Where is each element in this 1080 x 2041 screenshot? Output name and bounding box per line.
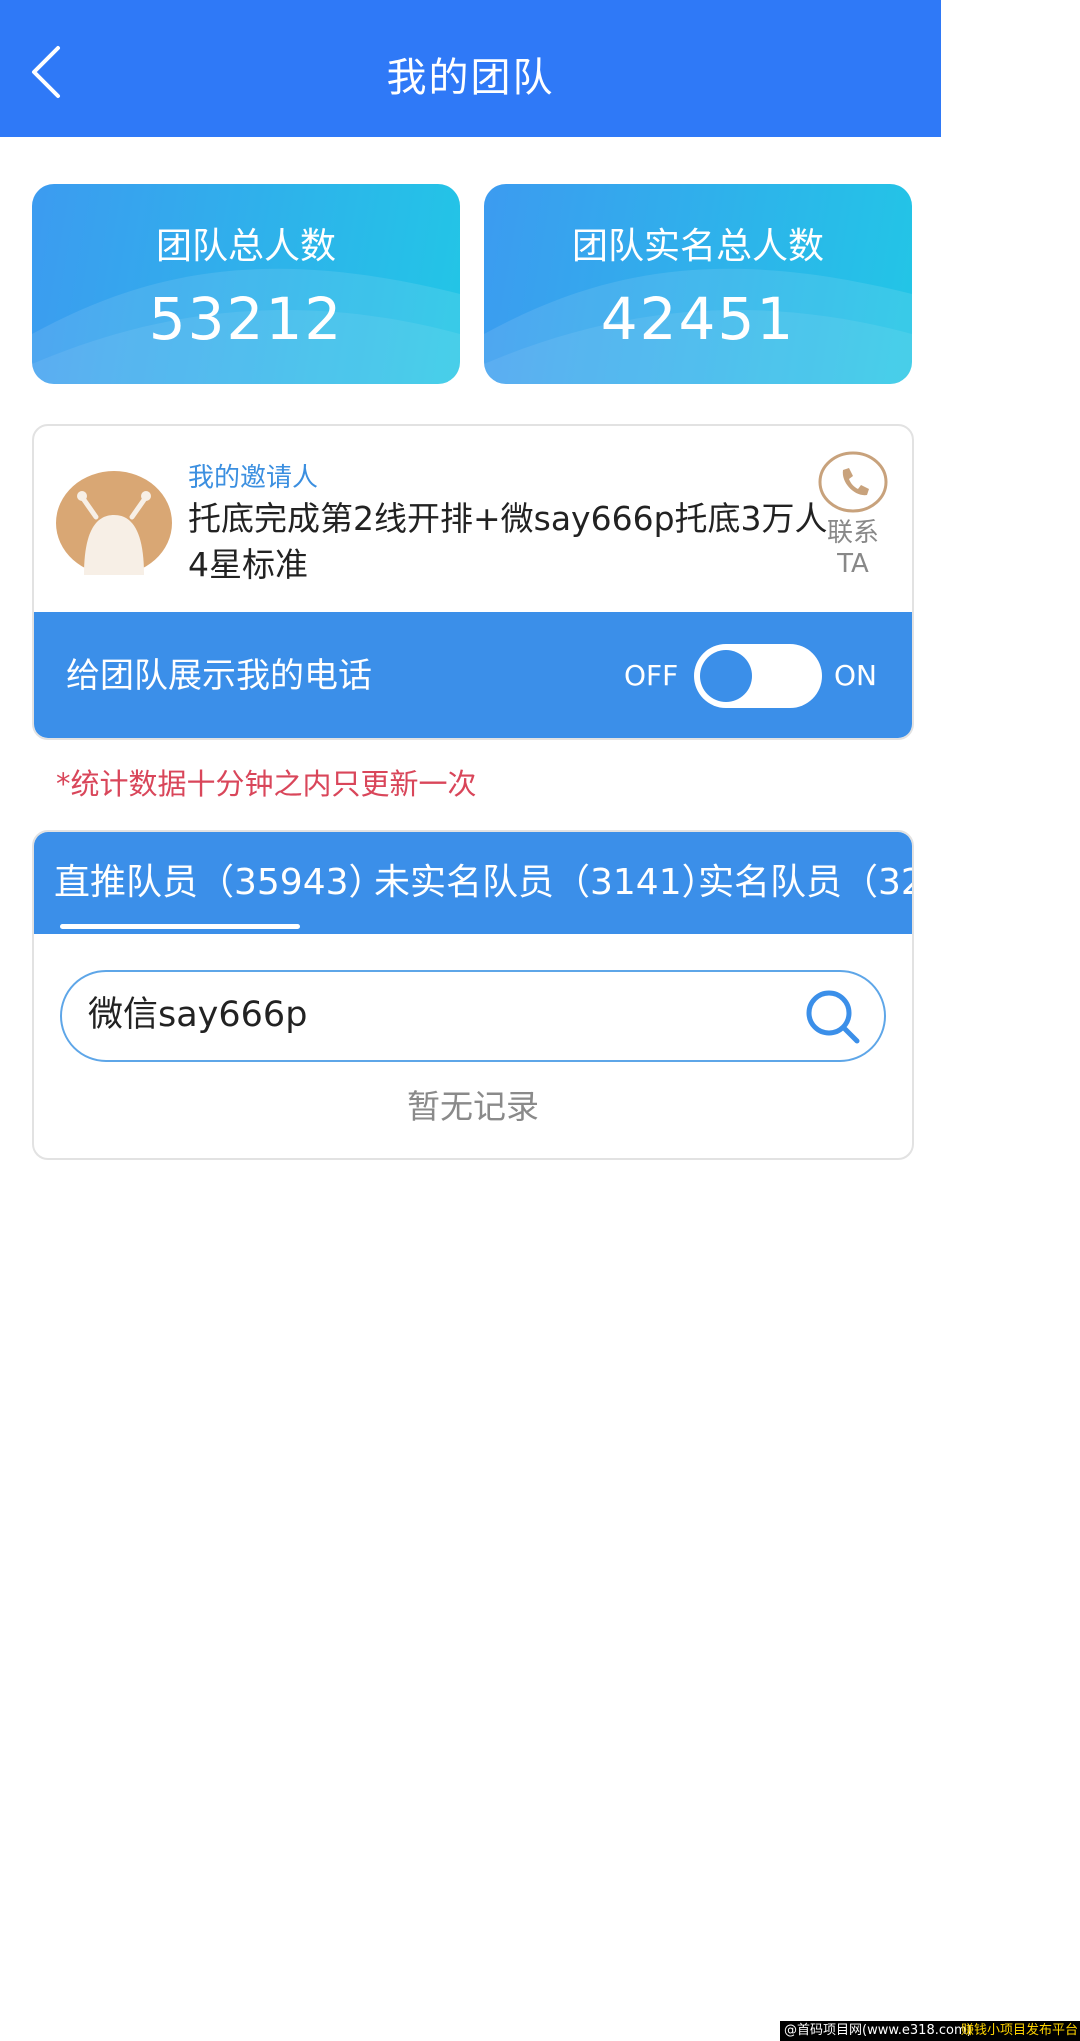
- member-search-box[interactable]: 微信say666p: [60, 970, 886, 1062]
- show-phone-toggle[interactable]: [694, 644, 822, 708]
- active-tab-indicator: [60, 924, 300, 929]
- search-icon[interactable]: [804, 988, 862, 1046]
- empty-state-text: 暂无记录: [407, 1087, 539, 1126]
- watermark-left-text: @首码项目网(www.e318.com): [784, 2023, 972, 2038]
- update-notice: *统计数据十分钟之内只更新一次: [56, 767, 477, 801]
- tab-direct-members[interactable]: 直推队员（35943）: [54, 858, 385, 908]
- stat-card-team-total: 团队总人数 53212: [32, 184, 460, 384]
- stat-card-team-verified: 团队实名总人数 42451: [484, 184, 912, 384]
- phone-icon: [818, 451, 888, 513]
- show-phone-bar: 给团队展示我的电话 OFF ON: [34, 612, 912, 738]
- show-phone-label: 给团队展示我的电话: [66, 656, 372, 696]
- stat-label: 团队实名总人数: [571, 226, 824, 267]
- watermark-right-text: 赚钱小项目发布平台: [960, 2023, 1078, 2038]
- avatar: [56, 471, 172, 575]
- stat-value: 53212: [148, 285, 344, 353]
- team-tabs: 直推队员（35943） 未实名队员（3141） 实名队员（32: [34, 832, 912, 934]
- stat-label: 团队总人数: [155, 226, 336, 267]
- toggle-off-label: OFF: [624, 659, 679, 692]
- contact-ta-button[interactable]: 联系TA: [814, 450, 892, 580]
- team-list-card: 直推队员（35943） 未实名队员（3141） 实名队员（32 微信say666…: [32, 830, 914, 1160]
- contact-label: 联系TA: [826, 518, 879, 579]
- search-input[interactable]: 微信say666p: [88, 990, 307, 1040]
- inviter-card: 我的邀请人 托底完成第2线开排+微say666p托底3万人4星标准 联系TA 给…: [32, 424, 914, 740]
- inviter-name: 托底完成第2线开排+微say666p托底3万人4星标准: [188, 499, 828, 584]
- app-header: 我的团队: [0, 0, 941, 137]
- inviter-label: 我的邀请人: [188, 463, 319, 493]
- toggle-knob: [700, 650, 752, 702]
- watermark-banner: @首码项目网(www.e318.com) 赚钱小项目发布平台: [780, 2021, 1080, 2041]
- tab-verified-members[interactable]: 实名队员（32: [698, 858, 912, 908]
- toggle-on-label: ON: [834, 659, 877, 692]
- stat-value: 42451: [600, 285, 796, 353]
- page-title: 我的团队: [386, 55, 555, 101]
- tab-unverified-members[interactable]: 未实名队员（3141）: [374, 858, 718, 908]
